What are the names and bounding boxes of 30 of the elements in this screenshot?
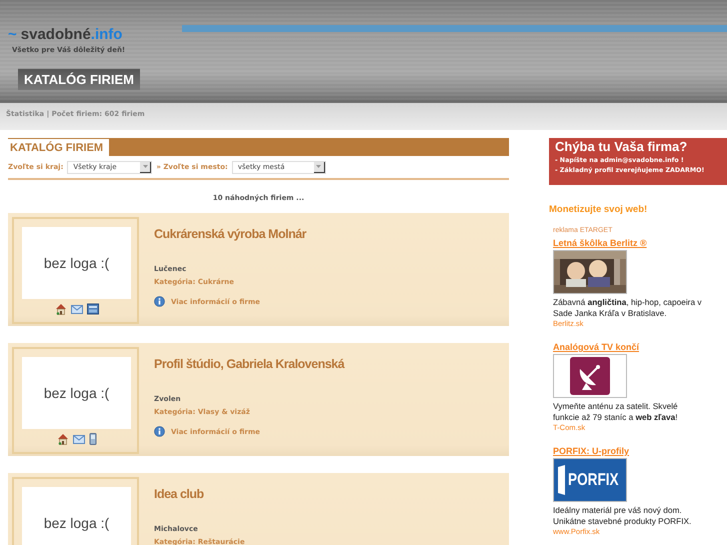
satellite-dish-icon [570,357,610,395]
no-logo-text: bez loga :( [44,255,110,271]
card-icon[interactable] [86,303,98,315]
ad-text: Zábavná angličtina, hip-hop, capoeira v Sade Janka Kráľa v Bratislave. [553,297,703,318]
sidebar-heading: Monetizujte svoj web! [549,204,648,215]
promo-title: Chýba tu Vaša firma? [555,139,688,154]
no-logo-text: bez loga :( [44,385,110,401]
ad-title-link[interactable]: PORFIX: U-profily [553,446,629,456]
firm-name[interactable]: Idea club [154,487,204,525]
section-title: KATALÓG FIRIEM [8,139,110,156]
brand-logo-text: PORFIX [568,470,619,490]
dropdown-arrow-icon [142,165,148,168]
dropdown-arrow-icon [316,165,322,168]
no-logo-text: bez loga :( [44,515,110,531]
ad-title-link[interactable]: Letná škôlka Berlitz ® [553,238,647,248]
house-icon[interactable] [56,433,68,445]
ad-title-link[interactable]: Analógová TV končí [553,342,640,352]
firm-name[interactable]: Profil štúdio, Gabriela Kralovenská [154,357,344,395]
phone-icon[interactable] [88,433,96,445]
info-icon [154,296,165,307]
ad-text: Ideálny materiál pre váš nový dom. Unikátne stavebné produkty PORFIX. [553,505,692,526]
firm-name[interactable]: Cukrárenská výroba Molnár [154,227,306,265]
house-icon[interactable] [54,303,66,315]
door-icon [558,465,565,495]
info-icon [154,426,165,437]
site-logo[interactable]: ~ svadobné.info [8,26,122,43]
nav-tab[interactable]: KATALÓG FIRIEM [18,68,140,90]
ad-text: Vymeňte anténu za satelit. Skvelé funkcie až 79 staníc a web zľava! [553,401,679,422]
mail-icon[interactable] [72,434,84,444]
mail-icon[interactable] [70,304,82,314]
